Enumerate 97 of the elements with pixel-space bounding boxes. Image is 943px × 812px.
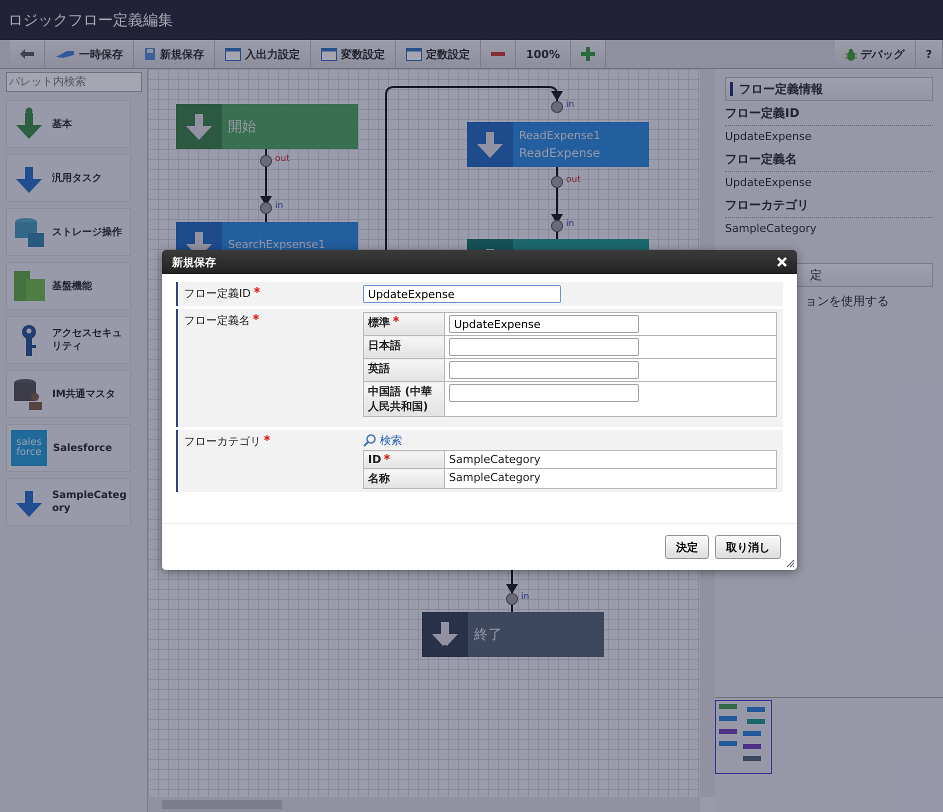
port-label: in [566, 100, 574, 110]
help-button[interactable]: ? [916, 40, 943, 68]
field-value: UpdateExpense [725, 129, 813, 145]
toolbar-button[interactable]: 入出力設定 [215, 40, 311, 68]
window-icon [406, 48, 422, 60]
window-icon [225, 48, 241, 60]
port-circle[interactable] [260, 202, 272, 214]
down-arrow-icon [475, 130, 505, 160]
connector-arrow [506, 569, 518, 612]
language-label: 英語 [368, 362, 390, 375]
exclamation-arrow-icon [430, 620, 460, 650]
plus-icon [580, 47, 595, 61]
section-title: 定 [810, 266, 822, 284]
palette-search-field[interactable]: パレット内検索 [6, 72, 142, 92]
zoom-out-button[interactable] [481, 40, 516, 68]
window-title: ロジックフロー定義編集 [8, 10, 173, 30]
port-label: in [521, 592, 530, 602]
required-mark-icon [384, 454, 390, 460]
palette-item[interactable]: 基本 [6, 100, 131, 148]
name-input[interactable] [449, 384, 639, 402]
horizontal-scrollbar[interactable] [148, 797, 700, 812]
node-title: ReadExpense1 [519, 129, 602, 142]
field-label: フロー定義ID [725, 101, 933, 126]
toolbar-button[interactable]: 新規保存 [134, 40, 215, 68]
toolbar-button[interactable]: 定数設定 [396, 40, 481, 68]
palette-item-label: アクセスセキュリティ [52, 327, 124, 353]
language-label: 日本語 [368, 339, 401, 352]
save-icon [55, 49, 75, 59]
section-title: フロー定義情報 [739, 80, 823, 98]
close-icon [777, 257, 787, 267]
toolbar-button[interactable]: 一時保存 [45, 40, 134, 68]
palette-item[interactable]: sales force Salesforce [6, 424, 131, 472]
back-button[interactable] [10, 40, 45, 68]
resize-grip-icon[interactable] [786, 559, 795, 568]
node-title: SearchExpsense1 [228, 238, 326, 251]
required-mark-icon [393, 316, 399, 322]
back-arrow-icon [20, 49, 34, 59]
palette-item[interactable]: ストレージ操作 [6, 208, 131, 256]
port-circle[interactable] [551, 176, 563, 188]
search-icon [363, 434, 376, 447]
palette-item[interactable]: 基盤機能 [6, 262, 131, 310]
language-label: 標準 [368, 316, 390, 329]
field-value: UpdateExpense [725, 175, 813, 191]
port-circle[interactable] [506, 593, 518, 605]
node-subtitle: ReadExpense [519, 146, 602, 160]
debug-button[interactable]: デバッグ [834, 40, 916, 68]
dialog-button[interactable]: 決定 [665, 535, 709, 559]
zoom-level-button[interactable]: 100% [516, 40, 571, 68]
port-label: in [275, 201, 284, 211]
port-circle[interactable] [260, 155, 272, 167]
field-label: ID [368, 453, 382, 466]
search-link[interactable]: 検索 [380, 433, 402, 448]
language-label: 中国語 (中華人民共和国) [368, 385, 432, 413]
flow-id-input[interactable]: UpdateExpense [363, 285, 561, 303]
palette-item-label: SampleCategory [52, 489, 128, 515]
zoom-in-button[interactable] [570, 40, 606, 68]
port-label: out [566, 175, 581, 185]
port-circle[interactable] [551, 101, 563, 113]
option-text: ョンを使用する [804, 293, 890, 310]
port-circle[interactable] [551, 220, 563, 232]
toolbar-button[interactable]: 変数設定 [311, 40, 396, 68]
palette-item-label: 基盤機能 [52, 280, 94, 292]
down-arrow-icon [184, 112, 214, 142]
name-input[interactable]: UpdateExpense [449, 315, 639, 333]
cloud-logo: sales force [11, 430, 47, 466]
port-label: out [275, 154, 290, 164]
minus-icon [491, 52, 505, 56]
dialog-button[interactable]: 取り消し [715, 535, 781, 559]
palette-item-label: Salesforce [53, 442, 113, 454]
palette-item[interactable]: アクセスセキュリティ [6, 316, 131, 364]
field-value: SampleCategory [725, 221, 818, 237]
field-label: フローカテゴリ [725, 193, 933, 218]
label-text: フローカテゴリ [184, 434, 261, 449]
palette-item[interactable]: IM共通マスタ [6, 370, 131, 418]
bug-icon [844, 48, 857, 60]
table-cell: SampleCategory [444, 450, 776, 468]
grid-icon [12, 269, 46, 303]
palette-item-label: ストレージ操作 [52, 226, 124, 238]
port-label: in [566, 219, 574, 229]
name-input[interactable] [449, 338, 639, 356]
palette-item[interactable]: 汎用タスク [6, 154, 131, 202]
label-text: フロー定義ID [184, 286, 251, 301]
close-button[interactable] [775, 255, 789, 269]
palette-item-label: IM共通マスタ [52, 388, 117, 400]
node-title: 開始 [228, 118, 257, 136]
label-text: フロー定義名 [184, 313, 250, 328]
node-title: 終了 [474, 626, 503, 644]
window-icon [321, 48, 337, 60]
field-label: 名称 [368, 472, 390, 485]
palette-item[interactable]: SampleCategory [6, 478, 131, 526]
save-icon [144, 47, 156, 61]
minimap-drawing[interactable] [715, 700, 772, 774]
palette-item-label: 汎用タスク [52, 172, 104, 184]
table-cell: SampleCategory [444, 468, 776, 488]
name-input[interactable] [449, 361, 639, 379]
field-label: フロー定義名 [725, 147, 933, 172]
palette-item-label: 基本 [52, 118, 74, 130]
